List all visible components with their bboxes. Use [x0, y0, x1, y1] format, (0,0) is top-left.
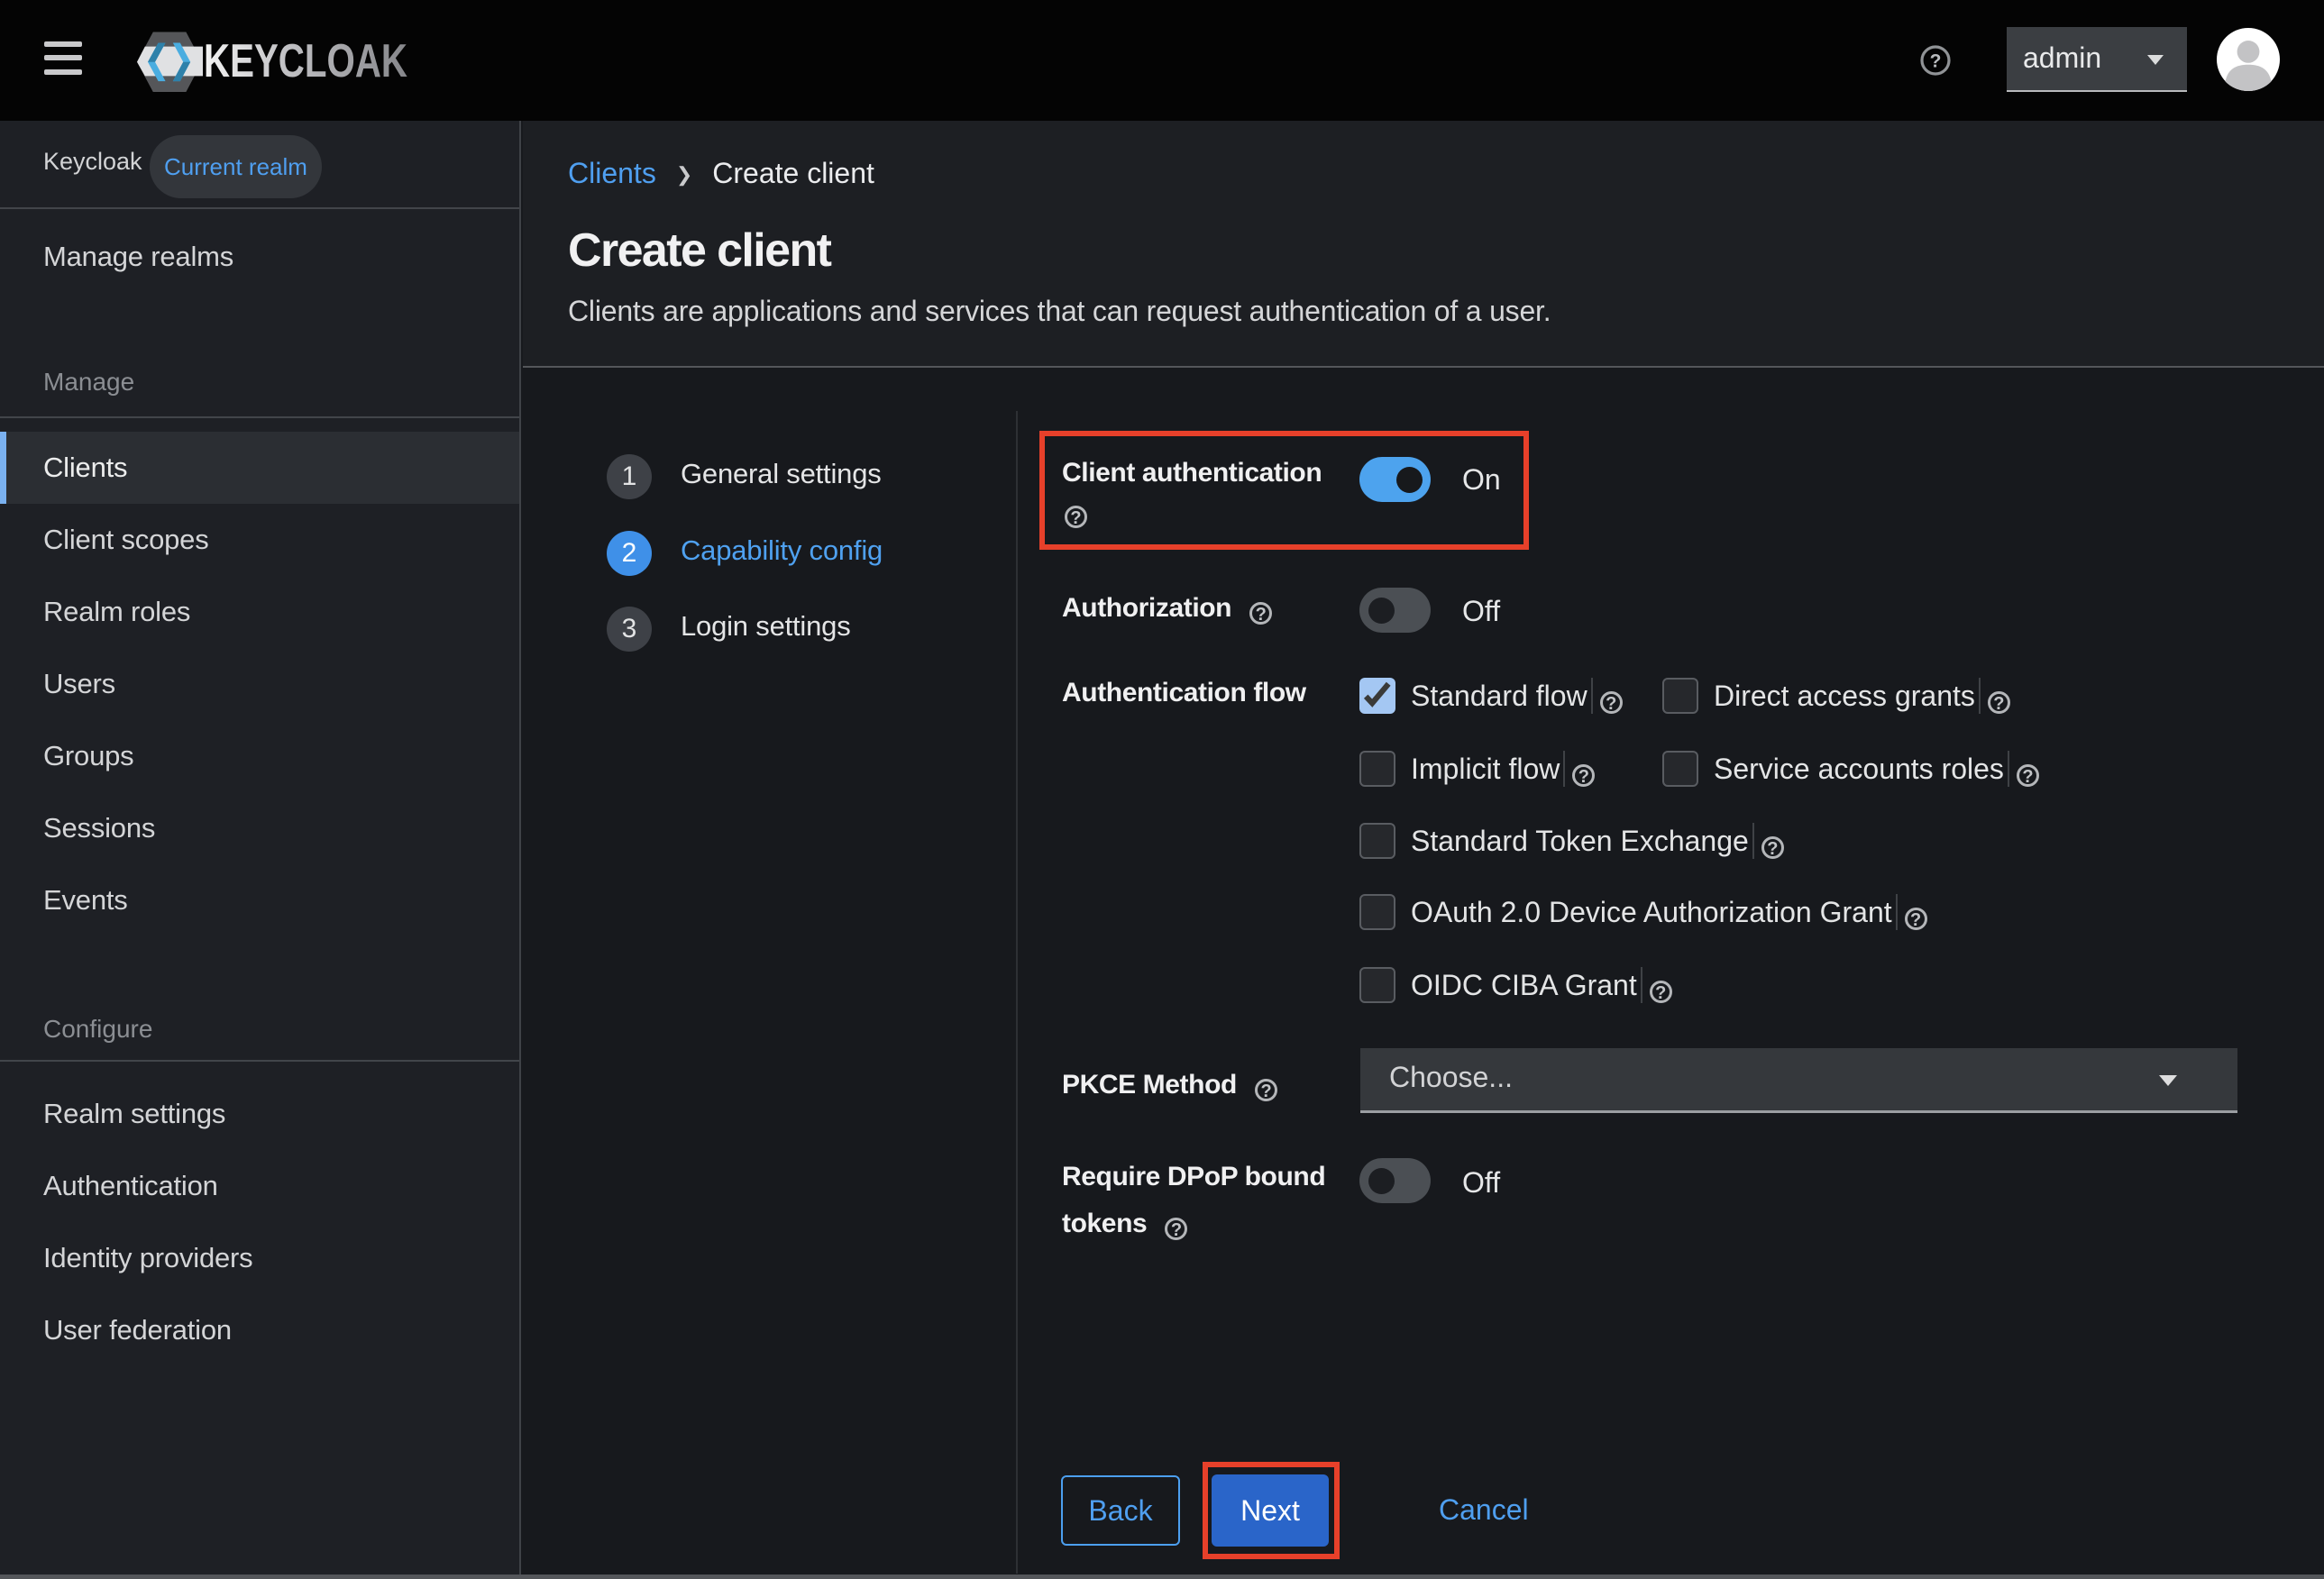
svg-text:KEYCLOAK: KEYCLOAK	[204, 35, 407, 87]
svg-text:?: ?	[1930, 50, 1942, 71]
